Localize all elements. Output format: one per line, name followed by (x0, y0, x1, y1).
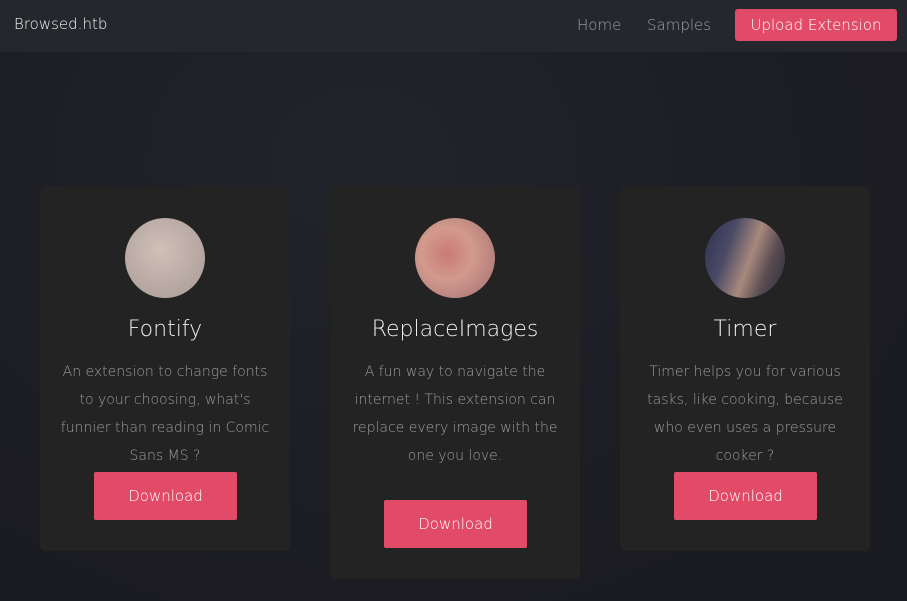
brand-logo[interactable]: Browsed.htb (14, 15, 107, 33)
extension-card-fontify: Fontify An extension to change fonts to … (40, 186, 290, 551)
extension-avatar-image (125, 218, 205, 298)
extension-avatar-image (415, 218, 495, 298)
nav-link-home[interactable]: Home (577, 16, 621, 34)
extension-description: Timer helps you for various tasks, like … (647, 364, 843, 464)
extension-title: ReplaceImages (371, 317, 539, 342)
top-navbar: Browsed.htb Home Samples Upload Extensio… (0, 0, 907, 52)
download-button-fontify[interactable]: Download (94, 472, 237, 520)
extension-card-replaceimages: ReplaceImages A fun way to navigate the … (330, 186, 580, 579)
extension-description: An extension to change fonts to your cho… (60, 364, 270, 464)
extension-description: A fun way to navigate the internet ! Thi… (352, 364, 558, 464)
nav-link-samples[interactable]: Samples (647, 16, 711, 34)
upload-extension-button[interactable]: Upload Extension (735, 9, 897, 41)
extension-title: Fontify (127, 317, 203, 342)
extension-avatar-image (705, 218, 785, 298)
download-button-replaceimages[interactable]: Download (384, 500, 527, 548)
extension-card-timer: Timer Timer helps you for various tasks,… (620, 186, 870, 551)
extension-title: Timer (713, 317, 777, 342)
download-button-timer[interactable]: Download (674, 472, 817, 520)
